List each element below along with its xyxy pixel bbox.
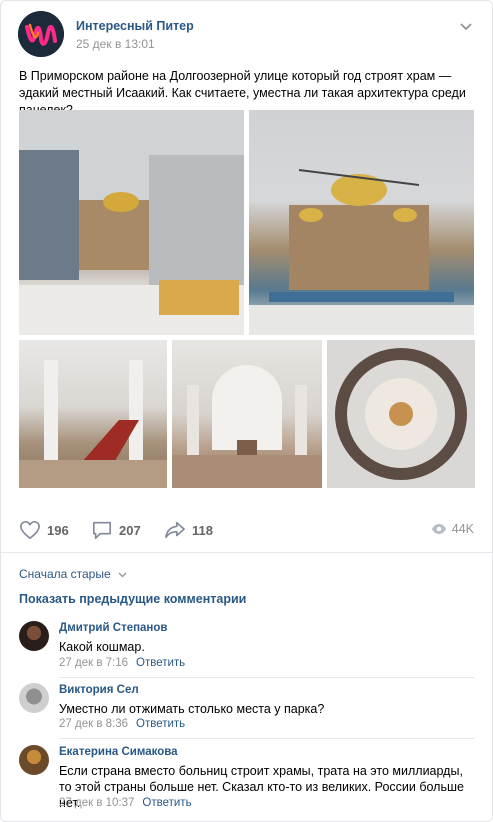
share-button[interactable]: 118 bbox=[164, 520, 213, 540]
photo-interior-1[interactable] bbox=[19, 340, 167, 488]
post-header: Интересный Питер 25 дек в 13:01 bbox=[18, 11, 475, 57]
reply-button[interactable]: Ответить bbox=[136, 718, 185, 730]
commenter-name[interactable]: Дмитрий Степанов bbox=[59, 622, 167, 634]
share-count: 118 bbox=[192, 522, 213, 538]
views-counter: 44K bbox=[431, 522, 474, 536]
sort-dropdown[interactable]: Сначала старые bbox=[19, 567, 127, 581]
post-date[interactable]: 25 дек в 13:01 bbox=[76, 37, 155, 51]
show-previous-comments-link[interactable]: Показать предыдущие комментарии bbox=[19, 592, 246, 606]
community-avatar[interactable] bbox=[18, 11, 64, 57]
like-button[interactable]: 196 bbox=[19, 520, 69, 540]
post-card: Интересный Питер 25 дек в 13:01 В Примор… bbox=[0, 0, 493, 822]
sort-label: Сначала старые bbox=[19, 567, 111, 581]
comment-divider bbox=[59, 677, 474, 678]
reply-button[interactable]: Ответить bbox=[142, 797, 191, 809]
comment-text: Какой кошмар. bbox=[59, 640, 145, 654]
comment-date[interactable]: 27 дек в 7:16 bbox=[59, 657, 128, 669]
divider bbox=[1, 552, 492, 553]
photo-church-under-construction[interactable] bbox=[249, 110, 474, 335]
comment-date[interactable]: 27 дек в 10:37 bbox=[59, 797, 134, 809]
views-count: 44K bbox=[451, 522, 474, 536]
comment-meta: 27 дек в 8:36 Ответить bbox=[59, 718, 185, 730]
comment-item: Дмитрий Степанов Какой кошмар. 27 дек в … bbox=[19, 621, 474, 679]
commenter-name[interactable]: Екатерина Симакова bbox=[59, 746, 178, 758]
photo-interior-2[interactable] bbox=[172, 340, 322, 488]
photo-church-courtyard[interactable] bbox=[19, 110, 244, 335]
comment-divider bbox=[59, 738, 474, 739]
chevron-down-icon bbox=[118, 572, 127, 578]
chevron-down-icon[interactable] bbox=[459, 21, 473, 31]
eye-icon bbox=[431, 524, 446, 534]
like-count: 196 bbox=[47, 522, 69, 538]
heart-icon bbox=[20, 520, 40, 540]
share-icon bbox=[165, 521, 185, 539]
comment-meta: 27 дек в 7:16 Ответить bbox=[59, 657, 185, 669]
post-actions: 196 207 118 44K bbox=[19, 518, 474, 542]
avatar[interactable] bbox=[19, 621, 49, 651]
comment-item: Екатерина Симакова Если страна вместо бо… bbox=[19, 745, 474, 821]
avatar[interactable] bbox=[19, 745, 49, 775]
author-name[interactable]: Интересный Питер bbox=[76, 19, 194, 33]
reply-button[interactable]: Ответить bbox=[136, 657, 185, 669]
comment-icon bbox=[93, 521, 111, 539]
comment-text: Уместно ли отжимать столько места у парк… bbox=[59, 702, 325, 716]
commenter-name[interactable]: Виктория Сел bbox=[59, 684, 139, 696]
comment-meta: 27 дек в 10:37 Ответить bbox=[59, 797, 192, 809]
comment-date[interactable]: 27 дек в 8:36 bbox=[59, 718, 128, 730]
comment-button[interactable]: 207 bbox=[91, 520, 141, 540]
avatar[interactable] bbox=[19, 683, 49, 713]
photo-dome-ceiling[interactable] bbox=[327, 340, 475, 488]
comment-count: 207 bbox=[119, 522, 141, 538]
comment-item: Виктория Сел Уместно ли отжимать столько… bbox=[19, 683, 474, 741]
